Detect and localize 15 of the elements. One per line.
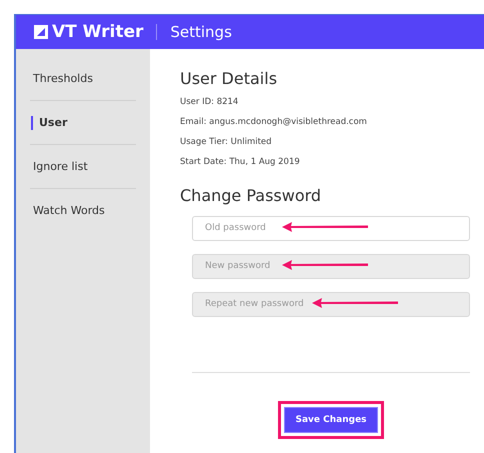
sidebar-item[interactable]: Ignore list [33,160,88,173]
sidebar-item[interactable]: Thresholds [33,72,93,85]
detail-text: User ID: 8214 [180,96,240,109]
sidebar-item[interactable]: User [39,116,68,129]
save-button[interactable]: Save Changes [284,407,378,433]
password-field[interactable]: Old password [192,216,470,240]
logo-icon [34,25,48,39]
detail-text: Start Date: Thu, 1 Aug 2019 [180,156,301,169]
section-title: Settings [170,23,232,41]
section-heading: User Details [180,69,278,88]
detail-text: Email: angus.mcdonogh@visiblethread.com [180,116,368,129]
section-heading: Change Password [180,186,322,205]
sidebar-item[interactable]: Watch Words [33,204,105,217]
app-name: VT Writer [52,22,144,42]
detail-text: Usage Tier: Unlimited [180,136,273,149]
